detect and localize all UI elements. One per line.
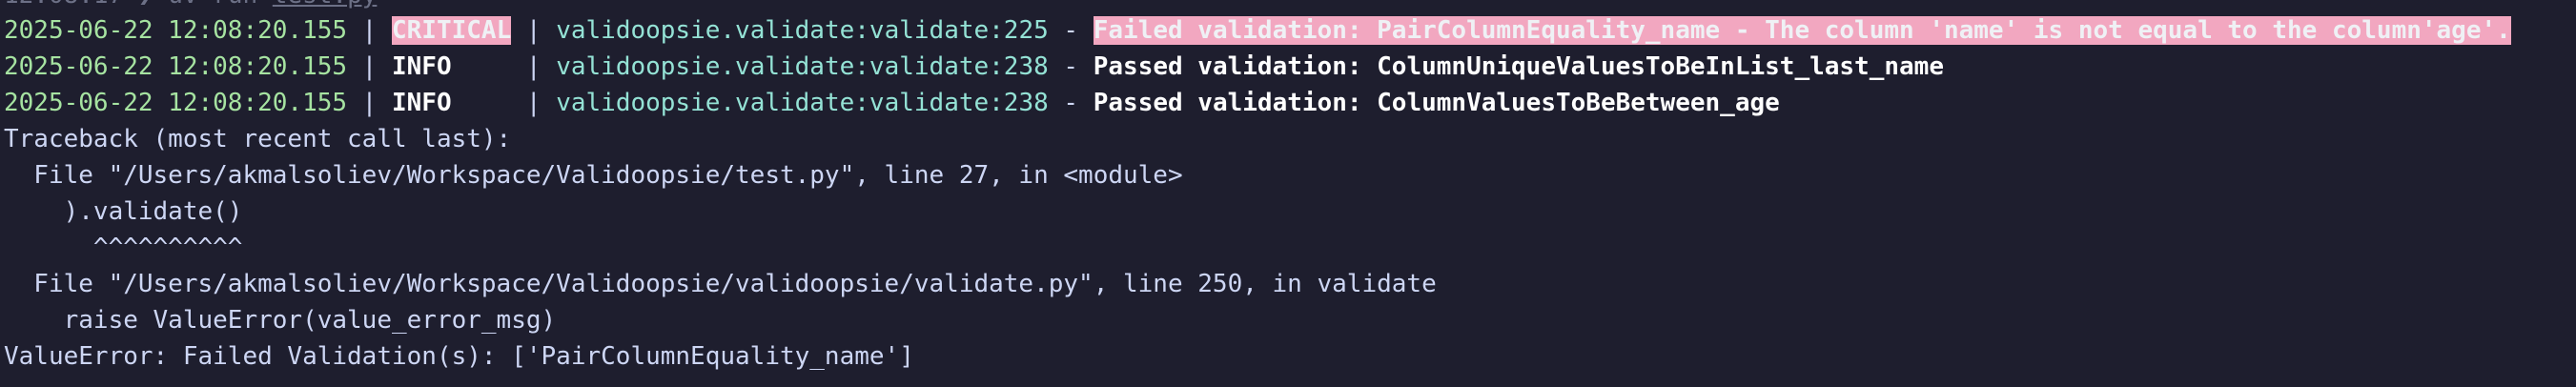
log-dash: - [1048, 16, 1094, 45]
traceback-frame-file: File "/Users/akmalsoliev/Workspace/Valid… [4, 161, 1183, 190]
prompt-command: uv [168, 0, 197, 10]
log-dash: - [1048, 89, 1094, 117]
prompt-file: test.py [273, 0, 378, 10]
log-separator: | [511, 52, 557, 81]
prompt-line-cutoff: 12:08:17 ❯ uv run test.py [4, 0, 377, 13]
log-source: validoopsie.validate:validate:225 [556, 16, 1049, 45]
log-source: validoopsie.validate:validate:238 [556, 52, 1049, 81]
log-level: INFO [392, 89, 512, 117]
log-line-critical: 2025-06-22 12:08:20.155 | CRITICAL | val… [4, 12, 2511, 49]
traceback-header: Traceback (most recent call last): [4, 125, 512, 153]
prompt-subcommand: run [213, 0, 257, 10]
log-line-info: 2025-06-22 12:08:20.155 | INFO | validoo… [4, 85, 1780, 121]
log-timestamp: 2025-06-22 12:08:20.155 [4, 89, 348, 117]
log-dash: - [1048, 52, 1094, 81]
prompt-arrow: ❯ [138, 0, 153, 10]
log-source: validoopsie.validate:validate:238 [556, 89, 1049, 117]
log-message-passed: Passed validation: ColumnUniqueValuesToB… [1093, 52, 1944, 81]
log-timestamp: 2025-06-22 12:08:20.155 [4, 16, 348, 45]
log-separator: | [511, 16, 557, 45]
log-separator: | [347, 16, 392, 45]
log-message-failed: Failed validation: PairColumnEquality_na… [1093, 16, 2511, 45]
log-separator: | [347, 52, 392, 81]
terminal-window[interactable]: 12:08:17 ❯ uv run test.py 2025-06-22 12:… [0, 0, 2576, 387]
log-level-badge: CRITICAL [392, 16, 512, 45]
log-separator: | [347, 89, 392, 117]
log-timestamp: 2025-06-22 12:08:20.155 [4, 52, 348, 81]
traceback-caret: ^^^^^^^^^^ [4, 234, 243, 262]
error-message: ValueError: Failed Validation(s): ['Pair… [4, 342, 914, 371]
log-message-passed: Passed validation: ColumnValuesToBeBetwe… [1093, 89, 1780, 117]
prompt-time: 12:08:17 [4, 0, 123, 10]
log-line-info: 2025-06-22 12:08:20.155 | INFO | validoo… [4, 49, 1944, 85]
log-separator: | [511, 89, 557, 117]
traceback-frame-code: ).validate() [4, 197, 243, 226]
traceback-frame-code: raise ValueError(value_error_msg) [4, 306, 557, 335]
traceback-frame-file: File "/Users/akmalsoliev/Workspace/Valid… [4, 270, 1437, 298]
log-level: INFO [392, 52, 512, 81]
